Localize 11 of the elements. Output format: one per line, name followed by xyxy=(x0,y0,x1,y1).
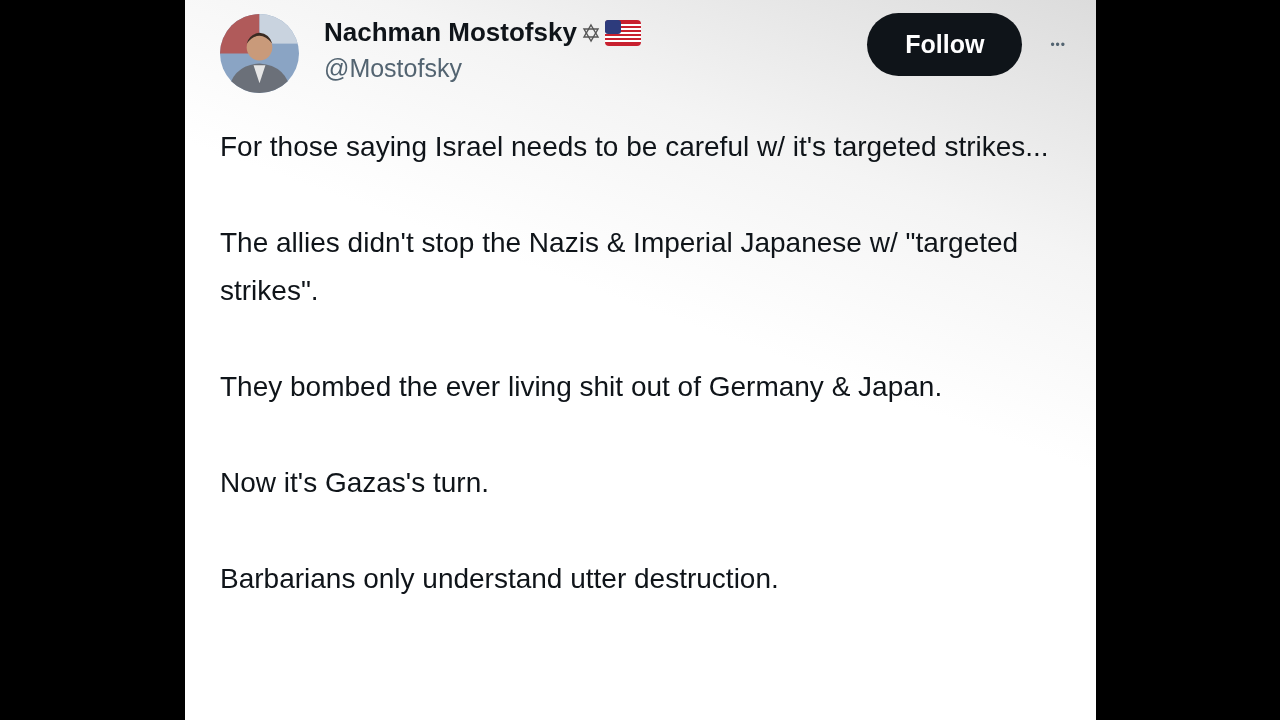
post-text: For those saying Israel needs to be careful w/ it's targeted strikes... xyxy=(220,130,1050,164)
author-handle[interactable]: @Mostofsky xyxy=(324,54,641,83)
follow-button[interactable]: Follow xyxy=(867,13,1023,76)
post-text: They bombed the ever living shit out of Germany & Japan. xyxy=(220,370,944,404)
flag-icon xyxy=(604,19,641,46)
more-button[interactable]: ••• xyxy=(1044,13,1072,76)
post-text: The allies didn't stop the Nazis & Imperial Japanese w/ "targeted strikes". xyxy=(220,226,1020,308)
author-name[interactable]: Nachman Mostofsky xyxy=(324,17,577,48)
post-text: Barbarians only understand utter destruction. xyxy=(220,562,780,596)
post-text: Now it's Gazas's turn. xyxy=(220,466,490,500)
star-icon xyxy=(580,22,601,43)
